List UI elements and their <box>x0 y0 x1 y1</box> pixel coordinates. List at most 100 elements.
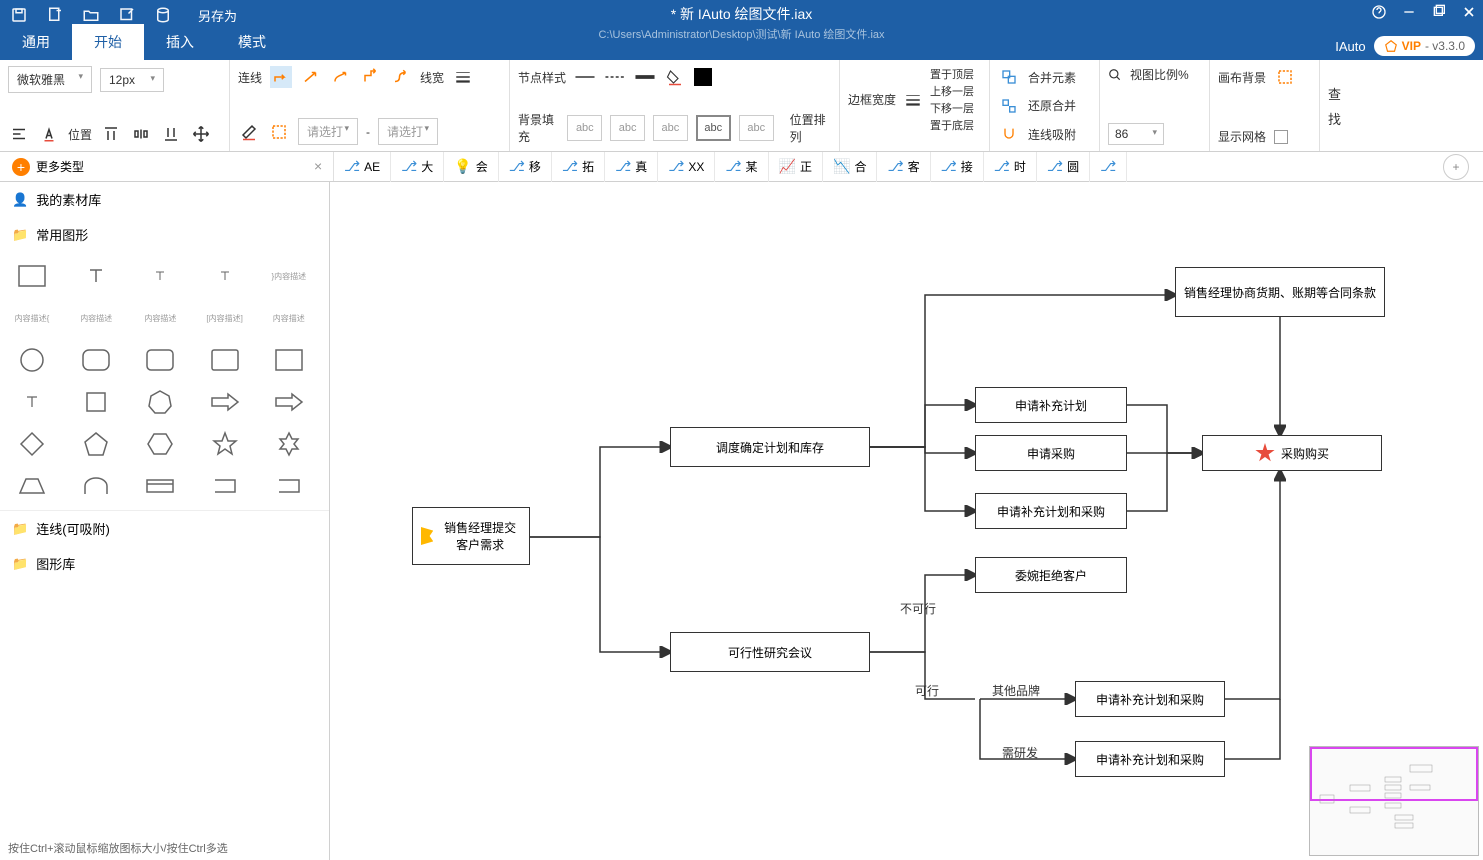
shape-brace-l[interactable]: 内容描述{ <box>10 302 54 334</box>
tag-item[interactable]: ⎇移 <box>499 152 552 182</box>
merge-icon[interactable] <box>998 66 1020 88</box>
shape-heptagon[interactable] <box>138 386 182 418</box>
flownode-end[interactable]: 采购购买 <box>1202 435 1382 471</box>
layer-up[interactable]: 上移一层 <box>930 83 974 99</box>
zoom-input[interactable]: 86▾ <box>1108 123 1164 145</box>
line-dash-icon[interactable] <box>604 66 626 88</box>
tag-item[interactable]: 📈正 <box>769 152 823 182</box>
find-button-2[interactable]: 找 <box>1328 109 1341 128</box>
shape-square[interactable] <box>74 386 118 418</box>
shape-roundrect[interactable] <box>74 344 118 376</box>
shape-rect[interactable] <box>10 260 54 292</box>
sidebar-lines[interactable]: 📁连线(可吸附) <box>0 510 329 546</box>
snap-icon[interactable] <box>998 123 1020 145</box>
line-end-select[interactable]: 请选打▾ <box>378 118 438 145</box>
layer-bottom[interactable]: 置于底层 <box>930 117 974 133</box>
add-tag-button[interactable]: + <box>1443 154 1469 180</box>
shape-label[interactable]: 内容描述 <box>267 302 311 334</box>
flownode[interactable]: 可行性研究会议 <box>670 632 870 672</box>
shape-half2[interactable] <box>267 470 311 502</box>
flownode[interactable]: 申请补充计划 <box>975 387 1127 423</box>
tag-item[interactable]: ⎇ <box>1090 152 1127 182</box>
minimap[interactable] <box>1309 746 1479 856</box>
shape-circle[interactable] <box>10 344 54 376</box>
tag-item[interactable]: ⎇大 <box>391 152 444 182</box>
shape-brace-d[interactable]: 内容描述 <box>138 302 182 334</box>
shape-text-sm2[interactable] <box>203 260 247 292</box>
borderwidth-icon[interactable] <box>902 89 924 111</box>
shape-star5[interactable] <box>203 428 247 460</box>
flownode[interactable]: 委婉拒绝客户 <box>975 557 1127 593</box>
font-size-select[interactable]: 12px▾ <box>100 68 164 92</box>
tag-item[interactable]: 💡会 <box>444 152 498 182</box>
save-icon[interactable] <box>10 6 28 24</box>
shape-bracket[interactable]: [内容描述] <box>203 302 247 334</box>
flownode[interactable]: 调度确定计划和库存 <box>670 427 870 467</box>
tab-mode[interactable]: 模式 <box>216 24 288 60</box>
tag-item[interactable]: ⎇拓 <box>552 152 605 182</box>
fill-black-icon[interactable] <box>694 68 712 86</box>
flownode-start[interactable]: 销售经理提交客户需求 <box>412 507 530 565</box>
textpos-3[interactable]: abc <box>653 115 688 141</box>
flownode[interactable]: 销售经理协商货期、账期等合同条款 <box>1175 267 1385 317</box>
close-icon[interactable] <box>1461 4 1477 20</box>
shape-rect2[interactable] <box>267 344 311 376</box>
layer-top[interactable]: 置于顶层 <box>930 66 974 82</box>
add-category-icon[interactable]: + <box>12 158 30 176</box>
tag-item[interactable]: ⎇真 <box>605 152 658 182</box>
line-type-5-icon[interactable] <box>390 66 412 88</box>
flownode[interactable]: 申请采购 <box>975 435 1127 471</box>
tab-insert[interactable]: 插入 <box>144 24 216 60</box>
vip-badge[interactable]: VIP - v3.3.0 <box>1374 36 1475 56</box>
shape-roundrect2[interactable] <box>138 344 182 376</box>
shape-half[interactable] <box>203 470 247 502</box>
font-color-icon[interactable] <box>38 123 60 145</box>
font-family-select[interactable]: 微软雅黑▾ <box>8 66 92 93</box>
tag-item[interactable]: ⎇AE <box>334 152 391 182</box>
maximize-icon[interactable] <box>1431 4 1447 20</box>
canvas[interactable]: 销售经理提交客户需求 调度确定计划和库存 可行性研究会议 销售经理协商货期、账期… <box>330 182 1483 860</box>
shape-brace-u[interactable]: 内容描述 <box>74 302 118 334</box>
textpos-2[interactable]: abc <box>610 115 645 141</box>
shape-text2[interactable] <box>10 386 54 418</box>
restore-icon[interactable] <box>998 95 1020 117</box>
move-icon[interactable] <box>190 123 212 145</box>
shape-star6[interactable] <box>267 428 311 460</box>
textpos-5[interactable]: abc <box>739 115 774 141</box>
layer-down[interactable]: 下移一层 <box>930 100 974 116</box>
help-icon[interactable] <box>1371 4 1387 20</box>
line-style-icon[interactable] <box>268 121 290 143</box>
database-icon[interactable] <box>154 6 172 24</box>
find-button[interactable]: 查 <box>1328 84 1341 103</box>
sidebar-shapelib[interactable]: 📁图形库 <box>0 546 329 581</box>
tag-item[interactable]: ⎇XX <box>658 152 715 182</box>
align-icon[interactable] <box>8 123 30 145</box>
tag-item[interactable]: ⎇圆 <box>1037 152 1090 182</box>
flownode[interactable]: 申请补充计划和采购 <box>975 493 1127 529</box>
shape-arch[interactable] <box>74 470 118 502</box>
open-icon[interactable] <box>82 6 100 24</box>
line-start-select[interactable]: 请选打▾ <box>298 118 358 145</box>
align-top-icon[interactable] <box>100 123 122 145</box>
line-type-4-icon[interactable] <box>360 66 382 88</box>
distribute-h-icon[interactable] <box>130 123 152 145</box>
close-panel-icon[interactable]: × <box>314 158 322 174</box>
line-type-1-icon[interactable] <box>270 66 292 88</box>
flownode[interactable]: 申请补充计划和采购 <box>1075 741 1225 777</box>
tag-item[interactable]: ⎇某 <box>715 152 768 182</box>
shape-pentagon[interactable] <box>74 428 118 460</box>
shape-arrow-r2[interactable] <box>267 386 311 418</box>
line-type-2-icon[interactable] <box>300 66 322 88</box>
minimize-icon[interactable] <box>1401 4 1417 20</box>
shape-arrow-r[interactable] <box>203 386 247 418</box>
fill-color-icon[interactable] <box>664 66 686 88</box>
align-bottom-icon[interactable] <box>160 123 182 145</box>
saveas-button[interactable]: 另存为 <box>198 6 237 25</box>
textpos-1[interactable]: abc <box>567 115 602 141</box>
line-thick-icon[interactable] <box>634 66 656 88</box>
tag-item[interactable]: ⎇客 <box>877 152 930 182</box>
shape-brace-r[interactable]: }内容描述 <box>267 260 311 292</box>
tab-start[interactable]: 开始 <box>72 24 144 60</box>
shape-trapezoid[interactable] <box>10 470 54 502</box>
sidebar-common[interactable]: 📁常用图形 <box>0 217 329 252</box>
